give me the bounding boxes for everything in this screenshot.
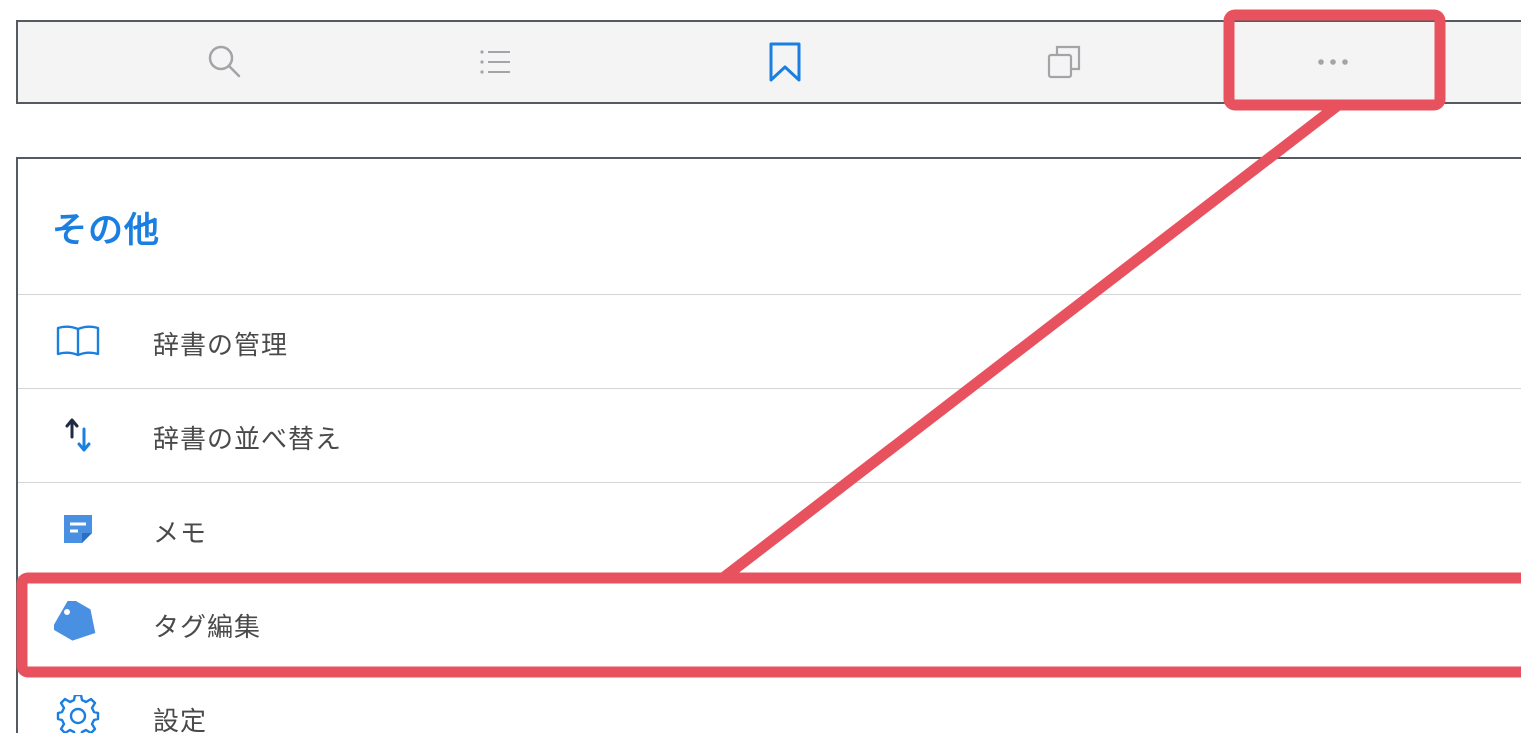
bottom-toolbar [16, 20, 1521, 104]
more-button[interactable] [1293, 22, 1373, 102]
menu-item-settings[interactable]: 設定 [18, 670, 1521, 733]
panel-title: その他 [52, 211, 161, 251]
menu-item-label: メモ [153, 519, 208, 549]
more-icon [1318, 59, 1348, 65]
menu-item-dictionary-management[interactable]: 辞書の管理 [18, 294, 1521, 388]
copy-button[interactable] [1024, 22, 1104, 102]
copy-icon [1047, 45, 1081, 79]
sort-arrows-icon [52, 415, 104, 455]
memo-icon [52, 509, 104, 549]
menu-item-label: 設定 [153, 707, 208, 733]
bookmark-icon [769, 42, 801, 82]
search-button[interactable] [185, 22, 265, 102]
list-icon [480, 50, 510, 74]
menu-item-tag-edit[interactable]: タグ編集 [18, 576, 1521, 670]
menu-item-label: 辞書の管理 [153, 331, 289, 361]
menu-item-memo[interactable]: メモ [18, 482, 1521, 576]
tag-icon [52, 601, 104, 643]
menu-item-label: 辞書の並べ替え [153, 425, 343, 455]
search-icon [208, 45, 241, 78]
gear-icon [52, 695, 104, 733]
bookmark-button[interactable] [745, 22, 825, 102]
menu-item-dictionary-sort[interactable]: 辞書の並べ替え [18, 388, 1521, 482]
more-panel: その他 辞書の管理 辞書の並べ替え メモ タグ編集 設定 [16, 157, 1521, 733]
menu-item-label: タグ編集 [153, 613, 262, 643]
book-icon [52, 321, 104, 361]
list-button[interactable] [455, 22, 535, 102]
